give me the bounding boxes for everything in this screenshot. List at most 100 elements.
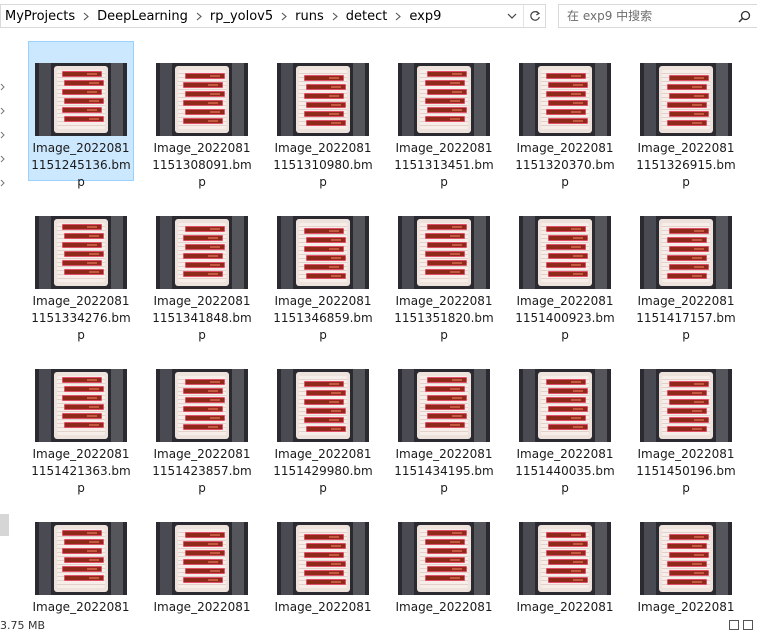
file-item[interactable]: Image_20220811151346859.bmp — [270, 194, 376, 342]
chevron-right-icon[interactable] — [0, 176, 8, 187]
file-item[interactable]: Image_20220811151440035.bmp — [512, 347, 618, 495]
file-item[interactable]: Image_20220811151326915.bmp — [633, 41, 739, 189]
file-thumbnail — [640, 522, 732, 595]
file-item[interactable]: Image_20220811151320370.bmp — [512, 41, 618, 189]
file-thumbnail — [277, 369, 369, 442]
file-item[interactable]: Image_20220811151423857.bmp — [149, 347, 255, 495]
chevron-right-icon[interactable] — [0, 128, 8, 139]
chevron-right-icon[interactable] — [0, 80, 8, 91]
chevron-right-icon[interactable] — [326, 12, 344, 21]
chevron-right-icon[interactable] — [0, 104, 8, 115]
file-name: Image_2022081 — [516, 600, 614, 614]
file-item[interactable]: Image_20220811151421363.bmp — [28, 347, 134, 495]
file-item[interactable]: Image_20220811151308091.bmp — [149, 41, 255, 189]
file-thumbnail — [156, 369, 248, 442]
file-item[interactable]: Image_2022081 — [633, 500, 739, 618]
file-name: Image_20220811151429980.bmp — [273, 447, 373, 495]
file-thumbnail — [35, 216, 127, 289]
file-name: Image_2022081 — [32, 600, 130, 614]
file-thumbnail — [277, 216, 369, 289]
breadcrumb-item[interactable]: exp9 — [407, 9, 443, 24]
chevron-down-icon[interactable] — [501, 5, 523, 27]
status-bar: 3.75 MB — [0, 619, 757, 632]
file-thumbnail — [640, 369, 732, 442]
file-name: Image_20220811151326915.bmp — [636, 141, 736, 189]
file-item[interactable]: Image_20220811151341848.bmp — [149, 194, 255, 342]
file-name: Image_20220811151417157.bmp — [636, 294, 736, 342]
file-thumbnail — [156, 216, 248, 289]
file-name: Image_2022081 — [395, 600, 493, 614]
file-name: Image_20220811151400923.bmp — [515, 294, 615, 342]
file-thumbnail — [35, 522, 127, 595]
file-item[interactable]: Image_2022081 — [28, 500, 134, 618]
search-box[interactable] — [558, 4, 757, 28]
file-thumbnail — [398, 216, 490, 289]
file-item[interactable]: Image_20220811151334276.bmp — [28, 194, 134, 342]
breadcrumb-item[interactable]: rp_yolov5 — [208, 9, 275, 24]
details-view-icon[interactable] — [729, 620, 739, 630]
file-grid: Image_20220811151245136.bmp Image_2022081… — [20, 41, 750, 618]
search-input[interactable] — [559, 5, 757, 27]
chevron-right-icon[interactable] — [0, 152, 8, 163]
chevron-right-icon[interactable] — [389, 12, 407, 21]
chevron-right-icon[interactable] — [275, 12, 293, 21]
file-item[interactable]: Image_20220811151417157.bmp — [633, 194, 739, 342]
large-icons-view-icon[interactable] — [743, 620, 753, 630]
view-switcher — [729, 620, 753, 630]
file-name: Image_2022081 — [153, 600, 251, 614]
file-name: Image_2022081 — [274, 600, 372, 614]
file-item[interactable]: Image_2022081 — [391, 500, 497, 618]
nav-scrollbar[interactable] — [0, 514, 9, 536]
file-thumbnail — [398, 63, 490, 136]
file-thumbnail — [156, 522, 248, 595]
file-name: Image_20220811151421363.bmp — [31, 447, 131, 495]
breadcrumb: MyProjects DeepLearning rp_yolov5 runs detec… — [1, 5, 501, 27]
file-thumbnail — [398, 522, 490, 595]
file-item[interactable]: Image_20220811151434195.bmp — [391, 347, 497, 495]
chevron-right-icon[interactable] — [190, 12, 208, 21]
file-item[interactable]: Image_20220811151351820.bmp — [391, 194, 497, 342]
file-item[interactable]: Image_2022081 — [512, 500, 618, 618]
breadcrumb-item[interactable]: DeepLearning — [95, 9, 190, 24]
file-item[interactable]: Image_20220811151313451.bmp — [391, 41, 497, 189]
file-item[interactable]: Image_2022081 — [270, 500, 376, 618]
breadcrumb-item[interactable]: detect — [344, 9, 390, 24]
search-icon[interactable] — [738, 10, 751, 26]
file-thumbnail — [277, 522, 369, 595]
file-name: Image_20220811151346859.bmp — [273, 294, 373, 342]
file-name: Image_20220811151313451.bmp — [394, 141, 494, 189]
file-name: Image_20220811151320370.bmp — [515, 141, 615, 189]
breadcrumb-item[interactable]: MyProjects — [3, 9, 77, 24]
file-thumbnail — [35, 63, 127, 136]
file-name: Image_20220811151423857.bmp — [152, 447, 252, 495]
file-name: Image_20220811151310980.bmp — [273, 141, 373, 189]
file-item[interactable]: Image_20220811151400923.bmp — [512, 194, 618, 342]
file-name: Image_20220811151440035.bmp — [515, 447, 615, 495]
file-name: Image_2022081 — [637, 600, 735, 614]
file-thumbnail — [519, 216, 611, 289]
file-item[interactable]: Image_20220811151245136.bmp — [28, 41, 134, 189]
file-thumbnail — [398, 369, 490, 442]
address-bar[interactable]: MyProjects DeepLearning rp_yolov5 runs detec… — [0, 4, 546, 28]
file-item[interactable]: Image_20220811151429980.bmp — [270, 347, 376, 495]
file-thumbnail — [156, 63, 248, 136]
file-item[interactable]: Image_20220811151450196.bmp — [633, 347, 739, 495]
file-item[interactable]: Image_2022081 — [149, 500, 255, 618]
chevron-right-icon[interactable] — [77, 12, 95, 21]
file-thumbnail — [519, 522, 611, 595]
file-name: Image_20220811151308091.bmp — [152, 141, 252, 189]
file-name: Image_20220811151245136.bmp — [31, 141, 131, 189]
file-name: Image_20220811151351820.bmp — [394, 294, 494, 342]
file-thumbnail — [640, 63, 732, 136]
status-size: 3.75 MB — [0, 619, 46, 632]
navigation-pane — [0, 36, 10, 616]
file-name: Image_20220811151434195.bmp — [394, 447, 494, 495]
file-item[interactable]: Image_20220811151310980.bmp — [270, 41, 376, 189]
file-thumbnail — [35, 369, 127, 442]
file-name: Image_20220811151341848.bmp — [152, 294, 252, 342]
file-thumbnail — [277, 63, 369, 136]
refresh-icon[interactable] — [523, 5, 545, 27]
file-thumbnail — [640, 216, 732, 289]
file-name: Image_20220811151450196.bmp — [636, 447, 736, 495]
breadcrumb-item[interactable]: runs — [293, 9, 326, 24]
